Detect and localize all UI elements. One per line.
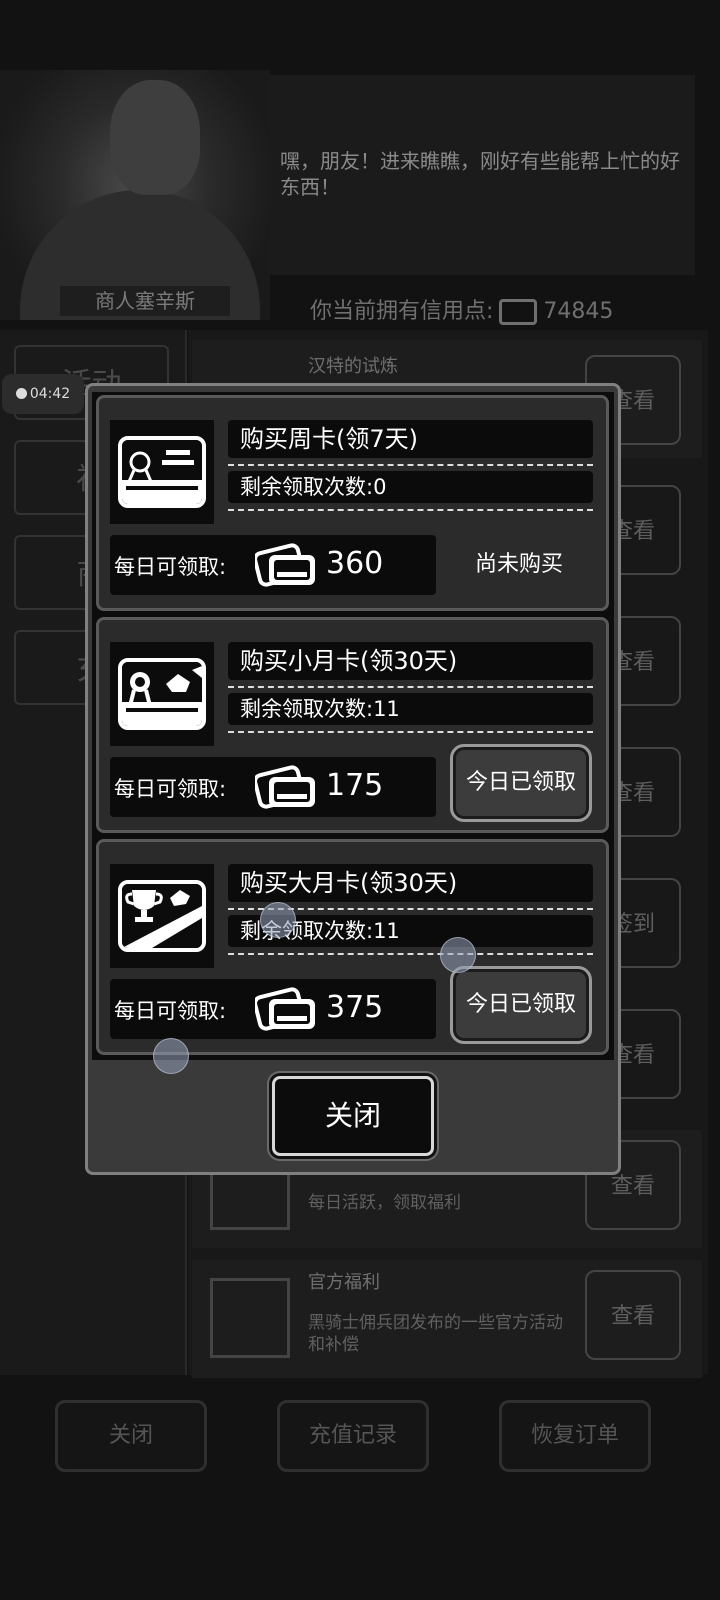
big-month-card-title: 购买大月卡(领30天) [228,864,593,902]
credits-label: 你当前拥有信用点: [310,299,494,324]
credit-card-icon [253,985,317,1031]
row-title-official-welfare: 官方福利 [308,1272,380,1293]
divider [228,464,593,466]
divider [228,509,593,511]
bottom-close-button[interactable]: 关闭 [55,1400,207,1472]
touch-indicator [260,902,296,938]
divider [228,686,593,688]
claimed-today-button[interactable]: 今日已领取 [450,966,592,1044]
daily-label: 每日可领取: [114,999,227,1023]
touch-indicator [153,1038,189,1074]
view-button[interactable]: 查看 [585,1270,681,1360]
row-desc-official-welfare: 黑骑士佣兵团发布的一些官方活动和补偿 [308,1313,563,1355]
big-month-card-icon [118,880,206,952]
week-card-status[interactable]: 尚未购买 [475,546,563,578]
merchant-dialog: 嘿，朋友！进来瞧瞧，刚好有些能帮上忙的好东西！ [280,149,680,199]
credits-value: 74845 [543,299,614,324]
clock-icon [15,388,27,399]
recharge-history-button[interactable]: 充值记录 [277,1400,429,1472]
small-month-card-daily-value: 175 [326,768,384,803]
credit-card-icon [499,299,538,325]
credits-display: 你当前拥有信用点: 74845 [310,293,613,325]
week-card-remaining: 剩余领取次数:0 [228,471,593,503]
claimed-today-button[interactable]: 今日已领取 [450,744,592,822]
credit-card-icon [253,763,317,809]
big-month-card-daily-value: 375 [326,990,384,1025]
row-desc-daily-active: 每日活跃，领取福利 [308,1193,461,1213]
modal-close-button[interactable]: 关闭 [272,1076,434,1156]
row-title-hunter-trial: 汉特的试炼 [308,356,398,377]
divider [228,731,593,733]
divider [228,953,593,955]
restore-orders-button[interactable]: 恢复订单 [499,1400,651,1472]
week-card-daily-value: 360 [326,546,384,581]
daily-label: 每日可领取: [114,777,227,801]
small-month-card-icon [118,658,206,730]
touch-indicator [440,937,476,973]
merchant-head [110,80,200,195]
timer-text: 04:42 [29,386,71,402]
credit-card-icon [253,541,317,587]
daily-label: 每日可领取: [114,555,227,579]
gift-box-icon [210,1278,290,1358]
session-timer: 04:42 [2,374,84,414]
week-card-title: 购买周卡(领7天) [228,420,593,458]
small-month-card-remaining: 剩余领取次数:11 [228,693,593,725]
merchant-name: 商人塞辛斯 [60,286,230,316]
week-card-icon [118,436,206,508]
small-month-card-title: 购买小月卡(领30天) [228,642,593,680]
